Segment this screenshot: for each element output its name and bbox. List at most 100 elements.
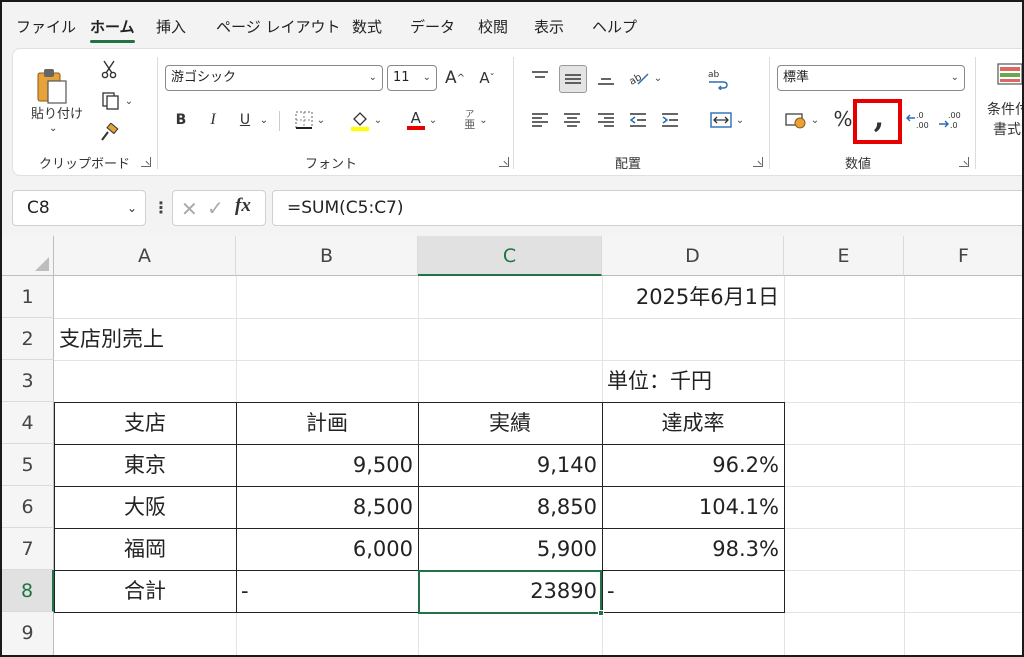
cell-a4[interactable]: 支店 xyxy=(54,402,236,444)
cell-a5[interactable]: 東京 xyxy=(54,444,236,486)
font-launcher-icon[interactable] xyxy=(499,157,509,167)
paste-label[interactable]: 貼り付け xyxy=(31,103,83,122)
align-left-icon[interactable] xyxy=(527,107,553,133)
paste-dropdown-icon[interactable]: ⌄ xyxy=(49,123,57,134)
alignment-launcher-icon[interactable] xyxy=(753,157,763,167)
phonetic-guide-button[interactable]: ア亜 ⌄ xyxy=(453,105,499,135)
font-size-value: 11 xyxy=(393,70,410,85)
column-header-a[interactable]: A xyxy=(54,236,236,276)
cell-a8[interactable]: 合計 xyxy=(54,570,236,612)
cell-d6[interactable]: 104.1% xyxy=(602,486,784,528)
conditional-formatting-label-2[interactable]: 書式 xyxy=(993,119,1021,139)
number-launcher-icon[interactable] xyxy=(959,157,969,167)
enter-icon[interactable]: ✓ xyxy=(207,196,224,220)
percent-style-button[interactable]: % xyxy=(831,105,855,133)
cell-b5[interactable]: 9,500 xyxy=(236,444,418,486)
row-header-4[interactable]: 4 xyxy=(2,402,54,444)
more-options-icon[interactable]: ⋮ xyxy=(153,198,169,217)
cell-d1[interactable]: 2025年6月1日 xyxy=(602,276,784,318)
conditional-formatting-icon[interactable] xyxy=(995,59,1022,89)
svg-text:ab: ab xyxy=(628,72,644,87)
underline-button[interactable]: U xyxy=(235,107,255,133)
bold-button[interactable]: B xyxy=(171,107,191,133)
increase-font-size-button[interactable]: A ^ xyxy=(443,65,467,91)
italic-button[interactable]: I xyxy=(203,107,223,133)
font-color-button[interactable]: A ⌄ xyxy=(399,107,445,133)
decrease-decimal-icon[interactable]: .00.0 xyxy=(937,107,965,133)
copy-button[interactable]: ⌄ xyxy=(97,89,137,113)
align-middle-icon[interactable] xyxy=(559,65,587,93)
cell-c7[interactable]: 5,900 xyxy=(418,528,602,570)
cell-b8[interactable]: - xyxy=(236,570,418,612)
underline-dropdown-icon[interactable]: ⌄ xyxy=(257,107,271,133)
tab-help[interactable]: ヘルプ xyxy=(592,16,637,38)
cell-d8[interactable]: - xyxy=(602,570,784,612)
format-painter-icon[interactable] xyxy=(97,121,121,145)
fill-color-button[interactable]: ⌄ xyxy=(343,107,389,133)
row-header-3[interactable]: 3 xyxy=(2,360,54,402)
tab-data[interactable]: データ xyxy=(410,16,455,38)
cell-d5[interactable]: 96.2% xyxy=(602,444,784,486)
row-header-5[interactable]: 5 xyxy=(2,444,54,486)
conditional-formatting-label-1[interactable]: 条件付 xyxy=(987,99,1022,119)
wrap-text-icon[interactable]: ab xyxy=(703,65,733,93)
cell-d3[interactable]: 単位：千円 xyxy=(602,360,784,402)
cell-d7[interactable]: 98.3% xyxy=(602,528,784,570)
column-header-b[interactable]: B xyxy=(236,236,418,276)
align-top-icon[interactable] xyxy=(527,65,553,91)
row-header-7[interactable]: 7 xyxy=(2,528,54,570)
cell-b7[interactable]: 6,000 xyxy=(236,528,418,570)
align-right-icon[interactable] xyxy=(593,107,619,133)
row-header-8[interactable]: 8 xyxy=(2,570,54,612)
fill-handle[interactable] xyxy=(598,610,604,616)
tab-view[interactable]: 表示 xyxy=(534,16,564,38)
column-header-f[interactable]: F xyxy=(904,236,1022,276)
row-header-1[interactable]: 1 xyxy=(2,276,54,318)
cell-a6[interactable]: 大阪 xyxy=(54,486,236,528)
align-bottom-icon[interactable] xyxy=(593,65,619,91)
cell-b4[interactable]: 計画 xyxy=(236,402,418,444)
cell-d4[interactable]: 達成率 xyxy=(602,402,784,444)
merge-center-button[interactable]: ⌄ xyxy=(703,107,751,133)
cell-c5[interactable]: 9,140 xyxy=(418,444,602,486)
tab-page-layout[interactable]: ページ レイアウト xyxy=(216,16,340,38)
cell-a2[interactable]: 支店別売上 xyxy=(54,318,236,360)
align-center-icon[interactable] xyxy=(559,107,585,133)
excel-window: ファイル ホーム 挿入 ページ レイアウト 数式 データ 校閲 表示 ヘルプ 貼… xyxy=(0,0,1024,657)
cell-c6[interactable]: 8,850 xyxy=(418,486,602,528)
insert-function-icon[interactable]: fx xyxy=(235,195,251,217)
orientation-button[interactable]: ab ⌄ xyxy=(625,65,665,91)
tab-insert[interactable]: 挿入 xyxy=(156,16,186,38)
select-all-button[interactable] xyxy=(2,236,54,276)
increase-decimal-icon[interactable]: .0.00 xyxy=(905,107,933,133)
tab-review[interactable]: 校閲 xyxy=(478,16,508,38)
tab-home[interactable]: ホーム xyxy=(90,16,135,43)
name-box[interactable]: C8 ⌄ xyxy=(12,190,146,226)
cell-a7[interactable]: 福岡 xyxy=(54,528,236,570)
cell-c4[interactable]: 実績 xyxy=(418,402,602,444)
worksheet-grid[interactable]: A B C D E F 1 2 3 4 5 6 7 8 9 2025年6月1日 … xyxy=(2,236,1022,655)
borders-button[interactable]: ⌄ xyxy=(287,107,333,133)
number-group-label: 数値 xyxy=(845,157,872,172)
tab-formulas[interactable]: 数式 xyxy=(352,16,382,38)
column-header-d[interactable]: D xyxy=(602,236,784,276)
clipboard-launcher-icon[interactable] xyxy=(141,157,151,167)
font-name-select[interactable]: 游ゴシック ⌄ xyxy=(165,65,383,91)
column-header-e[interactable]: E xyxy=(784,236,904,276)
currency-icon xyxy=(785,111,807,129)
cancel-icon[interactable]: ✕ xyxy=(181,197,198,221)
increase-indent-icon[interactable] xyxy=(657,107,683,133)
decrease-font-size-button[interactable]: Aˇ xyxy=(475,65,499,91)
cell-b6[interactable]: 8,500 xyxy=(236,486,418,528)
accounting-format-button[interactable]: ⌄ xyxy=(779,107,825,133)
row-header-6[interactable]: 6 xyxy=(2,486,54,528)
tab-file[interactable]: ファイル xyxy=(16,16,76,38)
number-format-select[interactable]: 標準 ⌄ xyxy=(777,65,965,91)
formula-input[interactable]: =SUM(C5:C7) xyxy=(272,190,1022,226)
row-header-9[interactable]: 9 xyxy=(2,612,54,655)
cut-icon[interactable] xyxy=(97,57,121,81)
font-size-select[interactable]: 11 ⌄ xyxy=(387,65,437,91)
decrease-indent-icon[interactable] xyxy=(625,107,651,133)
column-header-c[interactable]: C xyxy=(418,236,602,276)
row-header-2[interactable]: 2 xyxy=(2,318,54,360)
